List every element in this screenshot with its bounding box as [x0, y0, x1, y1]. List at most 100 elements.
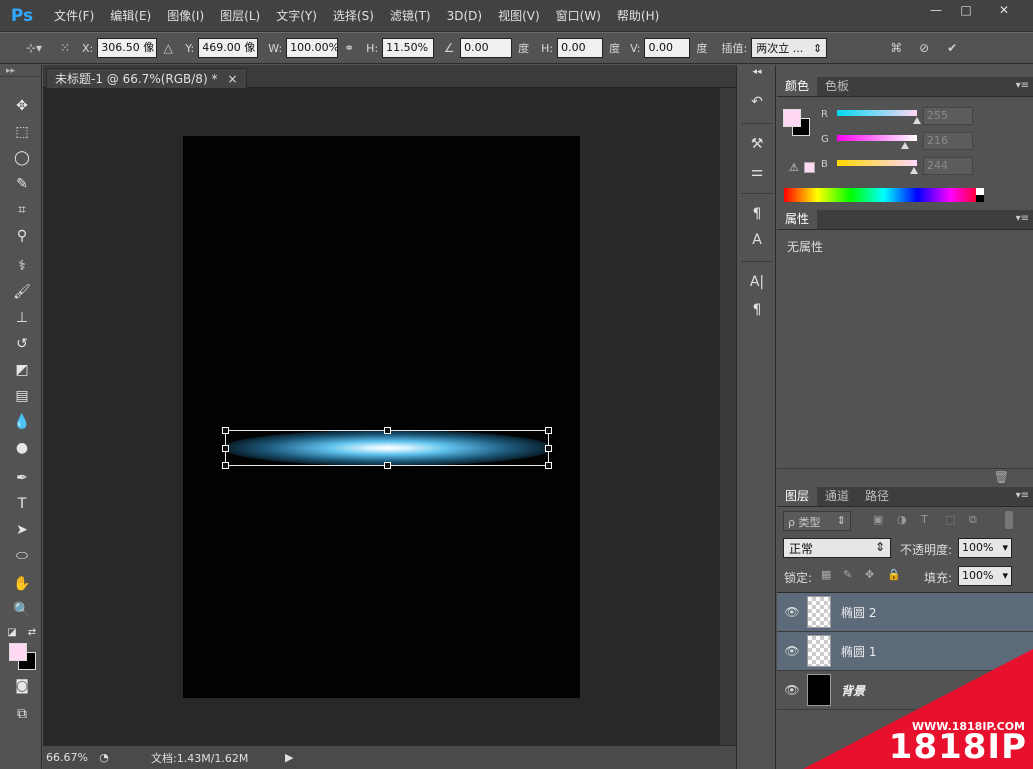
- eye-icon[interactable]: 👁: [777, 683, 807, 697]
- canvas[interactable]: ⌖: [183, 136, 580, 698]
- layer-row[interactable]: 👁 背景: [777, 671, 1033, 710]
- dock-collapse-icon[interactable]: ◂◂: [745, 65, 769, 79]
- foreground-color-swatch[interactable]: [9, 643, 27, 661]
- marquee-tool-icon[interactable]: ⬚: [9, 121, 35, 143]
- vertical-scrollbar[interactable]: [720, 88, 736, 745]
- b-value-field[interactable]: 244: [923, 157, 973, 175]
- h-skew-field[interactable]: 0.00: [557, 38, 604, 58]
- menu-image[interactable]: 图像(I): [159, 0, 212, 32]
- g-slider[interactable]: [837, 135, 917, 141]
- canvas-viewport[interactable]: ⌖: [43, 88, 720, 745]
- reference-point-icon[interactable]: ⁙: [56, 39, 74, 57]
- layers-menu-icon[interactable]: ▾≡: [1016, 490, 1029, 501]
- transform-center-icon[interactable]: ⌖: [384, 444, 393, 454]
- close-button[interactable]: ✕: [981, 0, 1027, 20]
- r-slider-thumb[interactable]: [913, 117, 921, 124]
- layer-row[interactable]: 👁 椭圆 1: [777, 632, 1033, 671]
- tab-paths[interactable]: 路径: [857, 487, 897, 506]
- ellipse-tool-icon[interactable]: ⬭: [9, 545, 35, 567]
- warp-mode-icon[interactable]: ⌘: [887, 39, 905, 57]
- brush-tool-icon[interactable]: 🖌: [9, 281, 35, 303]
- eye-icon[interactable]: 👁: [777, 605, 807, 619]
- layer-name[interactable]: 椭圆 2: [841, 604, 876, 621]
- g-slider-thumb[interactable]: [900, 142, 909, 149]
- menu-window[interactable]: 窗口(W): [548, 0, 609, 32]
- minimize-button[interactable]: —: [921, 0, 951, 20]
- opacity-field[interactable]: 100% ▾: [958, 538, 1012, 558]
- history-panel-icon[interactable]: ↶: [745, 91, 769, 113]
- paragraph-styles-panel-icon[interactable]: ¶: [745, 203, 769, 225]
- handle-bottom-left[interactable]: [222, 462, 229, 469]
- height-field[interactable]: 11.50%: [382, 38, 435, 58]
- menu-file[interactable]: 文件(F): [46, 0, 102, 32]
- menu-filter[interactable]: 滤镜(T): [382, 0, 439, 32]
- y-field[interactable]: 469.00 像: [198, 38, 259, 58]
- lasso-tool-icon[interactable]: ◯: [9, 147, 35, 169]
- b-slider-thumb[interactable]: [909, 167, 918, 174]
- hand-tool-icon[interactable]: ✋: [9, 573, 35, 595]
- menu-view[interactable]: 视图(V): [490, 0, 548, 32]
- screen-mode-icon[interactable]: ⧉: [9, 703, 35, 725]
- v-skew-field[interactable]: 0.00: [644, 38, 691, 58]
- properties-menu-icon[interactable]: ▾≡: [1016, 213, 1029, 224]
- gamut-warning-icon[interactable]: ⚠: [789, 161, 799, 174]
- blend-mode-select[interactable]: 正常 ⇕: [783, 538, 891, 558]
- crop-tool-icon[interactable]: ⌗: [9, 199, 35, 221]
- lock-position-icon[interactable]: ✥: [865, 568, 874, 581]
- menu-3d[interactable]: 3D(D): [439, 0, 490, 32]
- commit-transform-icon[interactable]: ✔: [943, 39, 961, 57]
- b-slider[interactable]: [837, 160, 917, 166]
- eyedropper-tool-icon[interactable]: ⚲: [9, 225, 35, 247]
- g-value-field[interactable]: 216: [923, 132, 973, 150]
- menu-help[interactable]: 帮助(H): [609, 0, 667, 32]
- tab-layers[interactable]: 图层: [777, 487, 818, 506]
- interpolation-select[interactable]: 两次立 ... ⇕: [751, 38, 828, 58]
- color-spectrum-bar[interactable]: [784, 188, 984, 202]
- pen-tool-icon[interactable]: ✒: [9, 467, 35, 489]
- filter-toggle-icon[interactable]: [1005, 511, 1013, 529]
- tool-presets-panel-icon[interactable]: ⚒: [745, 133, 769, 155]
- quick-select-tool-icon[interactable]: ✎: [9, 173, 35, 195]
- handle-bottom-right[interactable]: [545, 462, 552, 469]
- fill-field[interactable]: 100% ▾: [958, 566, 1012, 586]
- menu-edit[interactable]: 编辑(E): [102, 0, 159, 32]
- eye-icon[interactable]: 👁: [777, 644, 807, 658]
- handle-top-center[interactable]: [384, 427, 391, 434]
- trash-icon[interactable]: 🗑: [994, 470, 1009, 484]
- angle-field[interactable]: 0.00: [460, 38, 513, 58]
- menu-type[interactable]: 文字(Y): [268, 0, 325, 32]
- zoom-tool-icon[interactable]: 🔍: [9, 599, 35, 621]
- width-field[interactable]: 100.00%: [286, 38, 339, 58]
- healing-brush-tool-icon[interactable]: ⚕: [9, 255, 35, 277]
- blur-tool-icon[interactable]: 💧: [9, 411, 35, 433]
- zoom-level[interactable]: 66.67%: [43, 751, 95, 764]
- toolbox-grip[interactable]: ▸▸: [0, 65, 41, 77]
- transform-bounding-box[interactable]: ⌖: [222, 427, 552, 469]
- type-tool-icon[interactable]: T: [9, 493, 35, 515]
- menu-layer[interactable]: 图层(L): [212, 0, 268, 32]
- r-slider[interactable]: [837, 110, 917, 116]
- document-tab[interactable]: 未标题-1 @ 66.7%(RGB/8) * ×: [46, 68, 247, 88]
- history-brush-tool-icon[interactable]: ↺: [9, 333, 35, 355]
- handle-middle-right[interactable]: [545, 445, 552, 452]
- panel-menu-icon[interactable]: ▾≡: [1016, 80, 1029, 91]
- lock-pixels-icon[interactable]: ✎: [843, 568, 852, 581]
- tab-color[interactable]: 颜色: [777, 77, 818, 96]
- swap-colors-icon[interactable]: ⇄: [24, 621, 40, 643]
- layer-filter-select[interactable]: ρ 类型 ⇕: [783, 511, 851, 531]
- cancel-transform-icon[interactable]: ⊘: [915, 39, 933, 57]
- fg-color-chip[interactable]: [783, 109, 801, 127]
- tab-channels[interactable]: 通道: [817, 487, 857, 506]
- filter-type-icon[interactable]: T: [921, 513, 928, 526]
- tab-swatches[interactable]: 色板: [817, 77, 857, 96]
- maximize-button[interactable]: □: [951, 0, 981, 20]
- filter-pixel-icon[interactable]: ▣: [873, 513, 883, 526]
- r-value-field[interactable]: 255: [923, 107, 973, 125]
- status-menu-icon[interactable]: ◔: [95, 751, 113, 764]
- close-tab-icon[interactable]: ×: [227, 69, 237, 88]
- lock-all-icon[interactable]: 🔒: [887, 568, 901, 581]
- gradient-tool-icon[interactable]: ▤: [9, 385, 35, 407]
- link-icon[interactable]: ⚭: [340, 39, 358, 57]
- eraser-tool-icon[interactable]: ◩: [9, 359, 35, 381]
- filter-shape-icon[interactable]: ⬚: [945, 513, 955, 526]
